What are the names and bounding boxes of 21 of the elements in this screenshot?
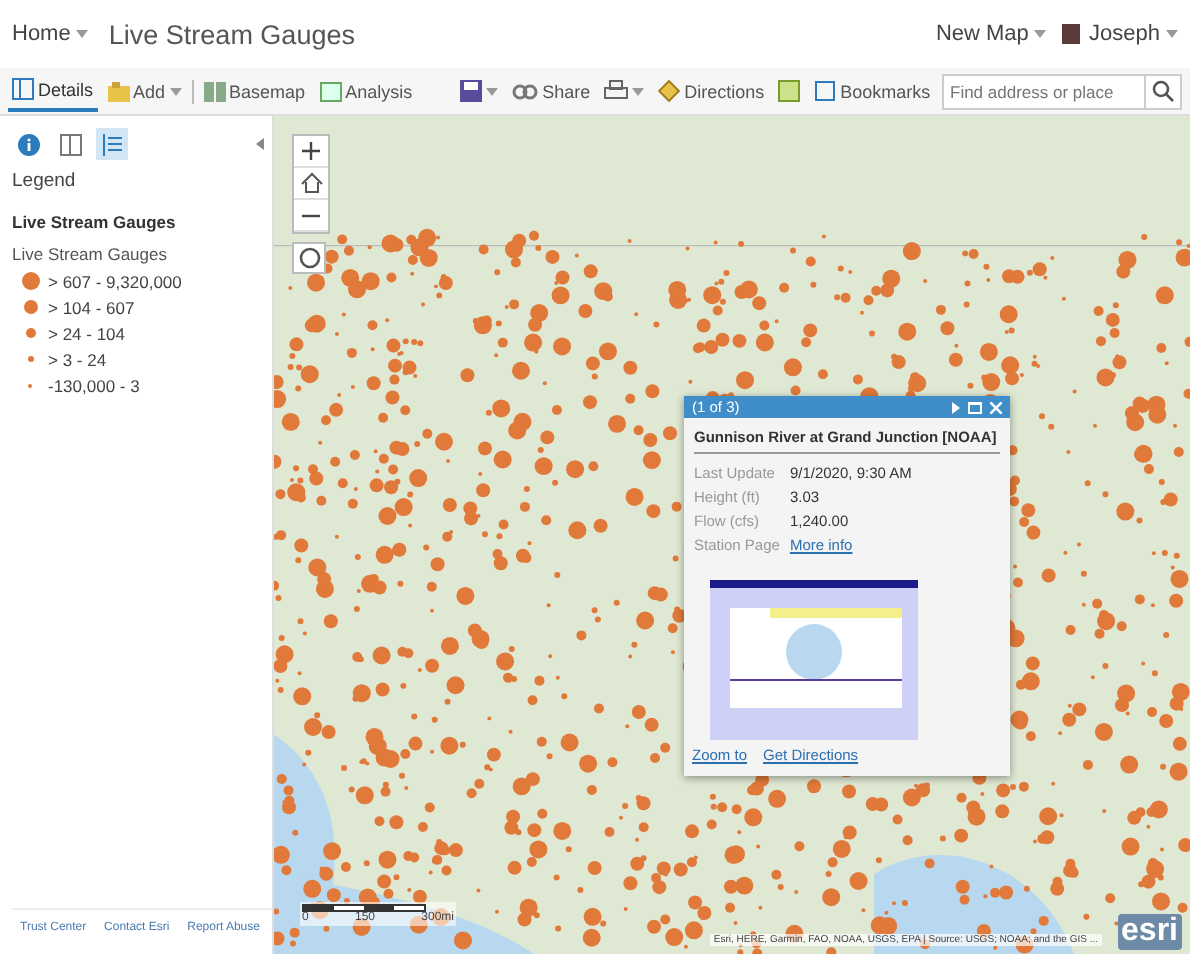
new-map-menu[interactable]: New Map	[935, 22, 1047, 46]
legend-label: > 607 - 9,320,000	[48, 271, 182, 291]
toolbar-button[interactable]: Directions	[654, 71, 769, 111]
layer-name: Live Stream Gauges	[12, 212, 178, 232]
add-button[interactable]: Add	[103, 71, 186, 111]
toolbar-button[interactable]: Bookmarks	[810, 71, 935, 111]
legend-label: > 24 - 104	[48, 323, 126, 343]
legend-label: -130,000 - 3	[48, 375, 140, 395]
home-menu[interactable]: Home	[12, 22, 89, 46]
legend-heading: Legend	[12, 170, 78, 192]
logo-text: esri	[1117, 914, 1182, 950]
user-menu[interactable]: Joseph	[1088, 22, 1178, 46]
legend-label: > 104 - 607	[48, 297, 135, 317]
toolbar-button[interactable]: Analysis	[315, 71, 417, 111]
legend-label: > 3 - 24	[48, 349, 107, 369]
details-tab[interactable]: Details	[8, 71, 98, 111]
map-title: Live Stream Gauges	[108, 19, 355, 49]
sublayer-name: Live Stream Gauges	[12, 244, 169, 264]
search-field[interactable]: Find address or place	[942, 73, 1146, 109]
toolbar-button[interactable]: Basemap	[199, 71, 310, 111]
toolbar-button[interactable]: Share	[508, 71, 595, 111]
